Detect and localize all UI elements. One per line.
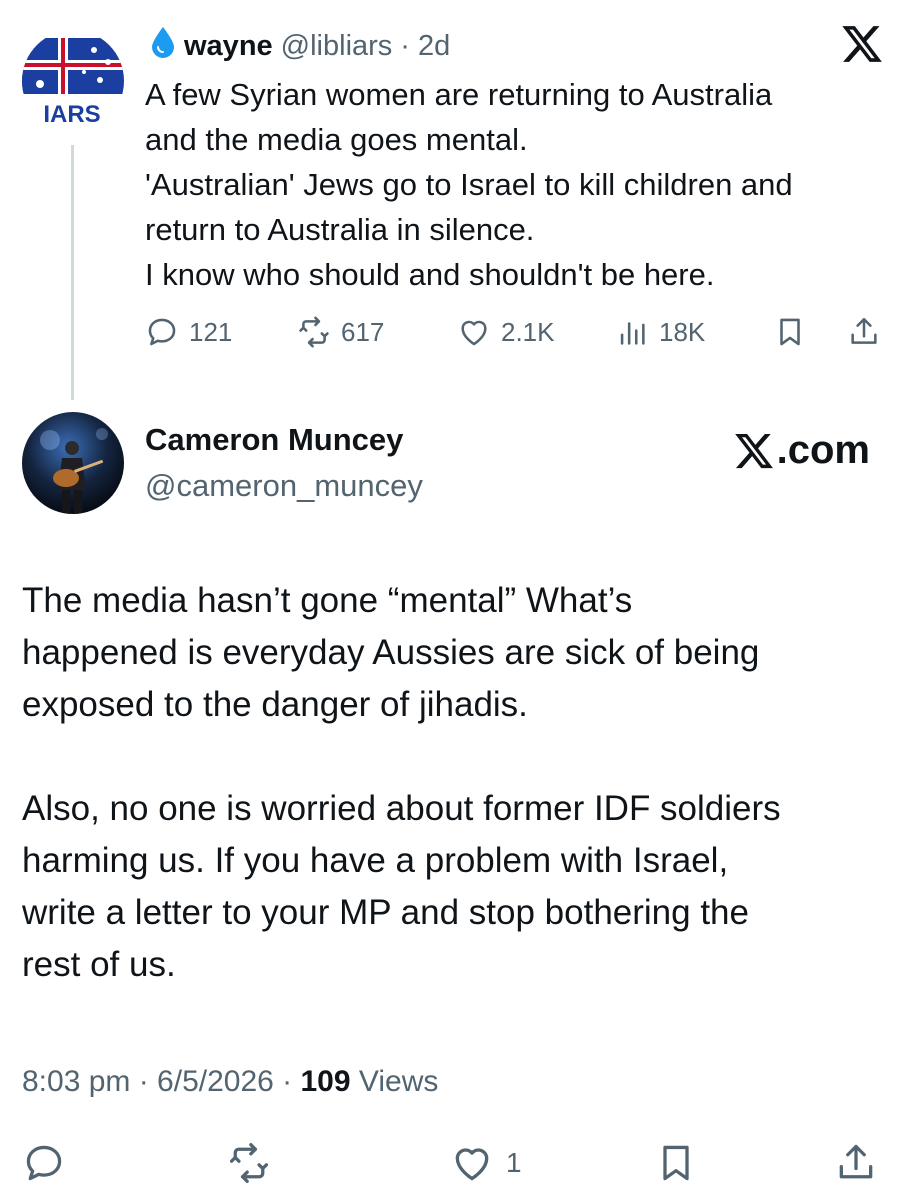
reply-button[interactable]: 121 (145, 308, 232, 356)
bookmark-icon (780, 318, 800, 346)
reply-views-count: 109 (300, 1065, 351, 1098)
like-button[interactable]: 1 (450, 1135, 522, 1191)
parent-timestamp[interactable]: 2d (418, 30, 450, 63)
bookmark-icon (663, 1145, 689, 1181)
share-button[interactable] (847, 308, 881, 356)
heart-icon (455, 1148, 489, 1181)
reply-timestamp[interactable]: 8:03 pm · 6/5/2026 · (22, 1065, 301, 1098)
like-count: 1 (506, 1147, 522, 1178)
text-line: write a letter to your MP and stop bothe… (22, 893, 749, 932)
text-line: happened is everyday Aussies are sick of… (22, 633, 760, 672)
svg-text:IARS: IARS (43, 101, 100, 128)
parent-tweet-text: A few Syrian women are returning to Aust… (145, 72, 885, 297)
share-icon (851, 317, 877, 344)
like-count: 2.1K (501, 316, 555, 347)
parent-tweet-header: wayne @libliars · 2d (150, 26, 450, 66)
views-button[interactable]: 18K (615, 308, 705, 356)
text-line: I know who should and shouldn't be here. (145, 257, 715, 292)
bookmark-button[interactable] (654, 1135, 698, 1191)
repost-icon (229, 1143, 269, 1183)
text-line: 'Australian' Jews go to Israel to kill c… (145, 167, 793, 202)
separator-dot: · (400, 29, 410, 62)
text-line: rest of us. (22, 945, 176, 984)
reply-count: 121 (189, 316, 233, 347)
x-logo-icon (734, 433, 773, 468)
reply-tweet-text: The media hasn’t gone “mental” What’s ha… (22, 575, 888, 991)
reply-icon (26, 1145, 62, 1181)
parent-author-handle[interactable]: @libliars (281, 30, 393, 63)
text-line: exposed to the danger of jihadis. (22, 685, 528, 724)
text-line: Also, no one is worried about former IDF… (22, 789, 781, 828)
like-button[interactable]: 2.1K (457, 308, 555, 356)
reply-author-handle[interactable]: @cameron_muncey (145, 468, 423, 504)
text-line: The media hasn’t gone “mental” What’s (22, 581, 633, 620)
verified-drop-icon (150, 25, 176, 67)
repost-count: 617 (341, 316, 385, 347)
x-com-brand: .com (733, 428, 870, 473)
repost-button[interactable] (227, 1135, 271, 1191)
reply-views-label: Views (350, 1065, 439, 1098)
repost-icon (299, 316, 329, 348)
reply-avatar[interactable] (22, 412, 124, 514)
text-line: and the media goes mental. (145, 122, 528, 157)
x-logo-icon (840, 22, 884, 66)
text-line: A few Syrian women are returning to Aust… (145, 77, 773, 112)
analytics-icon (620, 322, 645, 345)
reply-author-name[interactable]: Cameron Muncey (145, 422, 403, 458)
text-line: return to Australia in silence. (145, 212, 535, 247)
reply-action-bar: 1 (22, 1135, 888, 1191)
reply-meta-line: 8:03 pm · 6/5/2026 · 109 Views (22, 1065, 438, 1099)
reply-button[interactable] (22, 1135, 66, 1191)
share-icon (839, 1144, 873, 1179)
share-button[interactable] (834, 1135, 878, 1191)
repost-button[interactable]: 617 (297, 308, 384, 356)
parent-author-name[interactable]: wayne (184, 30, 273, 63)
brand-text: .com (776, 428, 870, 472)
text-line: harming us. If you have a problem with I… (22, 841, 729, 880)
parent-action-bar: 121 617 2.1K 18K (145, 308, 885, 356)
reply-icon (148, 318, 176, 346)
parent-avatar[interactable]: IARS (22, 30, 124, 132)
bookmark-button[interactable] (773, 308, 807, 356)
heart-icon (461, 320, 487, 346)
thread-connector-line (71, 145, 74, 400)
views-count: 18K (659, 316, 706, 347)
